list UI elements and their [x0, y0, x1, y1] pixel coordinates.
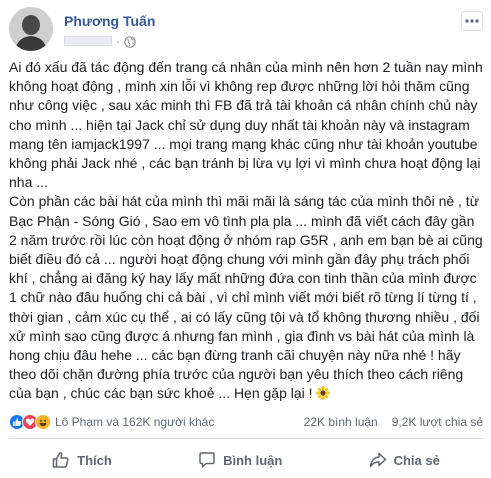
haha-icon [35, 414, 51, 430]
thumbs-up-icon [52, 452, 69, 468]
avatar[interactable] [9, 7, 53, 51]
sunflower-icon [316, 386, 331, 401]
avatar-photo-icon [9, 7, 53, 51]
more-options-button[interactable] [461, 11, 483, 31]
reaction-icons[interactable] [9, 414, 51, 430]
share-icon [369, 452, 386, 468]
share-button[interactable]: Chia sẻ [359, 447, 450, 473]
globe-icon[interactable] [124, 35, 136, 48]
post-paragraph-1: Ai đó xấu đã tác động đến trang cá nhân … [9, 59, 483, 191]
share-count[interactable]: 9,2K lượt chia sẻ [392, 415, 483, 429]
reactions-summary: Lô Phạm và 162K người khác 22K bình luận… [9, 412, 483, 432]
post-meta: · [64, 33, 136, 49]
engagement-counts: 22K bình luận 9,2K lượt chia sẻ [304, 415, 483, 429]
like-button[interactable]: Thích [42, 447, 122, 473]
share-label: Chia sẻ [393, 452, 440, 468]
post-body: Ai đó xấu đã tác động đến trang cá nhân … [9, 58, 485, 404]
reaction-summary-text[interactable]: Lô Phạm và 162K người khác [55, 415, 214, 429]
meta-separator: · [116, 34, 120, 48]
action-divider [9, 438, 483, 439]
more-options-icon [465, 19, 479, 23]
facebook-post: Phương Tuấn · Ai đó xấu đã tác động đến … [0, 0, 491, 478]
post-actions: Thích Bình luận Chia sẻ [9, 444, 483, 476]
comment-button[interactable]: Bình luận [188, 447, 292, 473]
timestamp-redacted[interactable] [64, 36, 112, 46]
comment-label: Bình luận [223, 452, 283, 468]
post-paragraph-2: Còn phần các bài hát của mình thì mãi mã… [9, 192, 485, 403]
post-paragraph-2-text: Còn phần các bài hát của mình thì mãi mã… [9, 193, 483, 402]
like-label: Thích [77, 452, 112, 468]
author-name[interactable]: Phương Tuấn [64, 13, 155, 29]
comment-icon [199, 452, 215, 468]
post-header: Phương Tuấn · [9, 7, 483, 51]
comment-count[interactable]: 22K bình luận [304, 415, 378, 429]
